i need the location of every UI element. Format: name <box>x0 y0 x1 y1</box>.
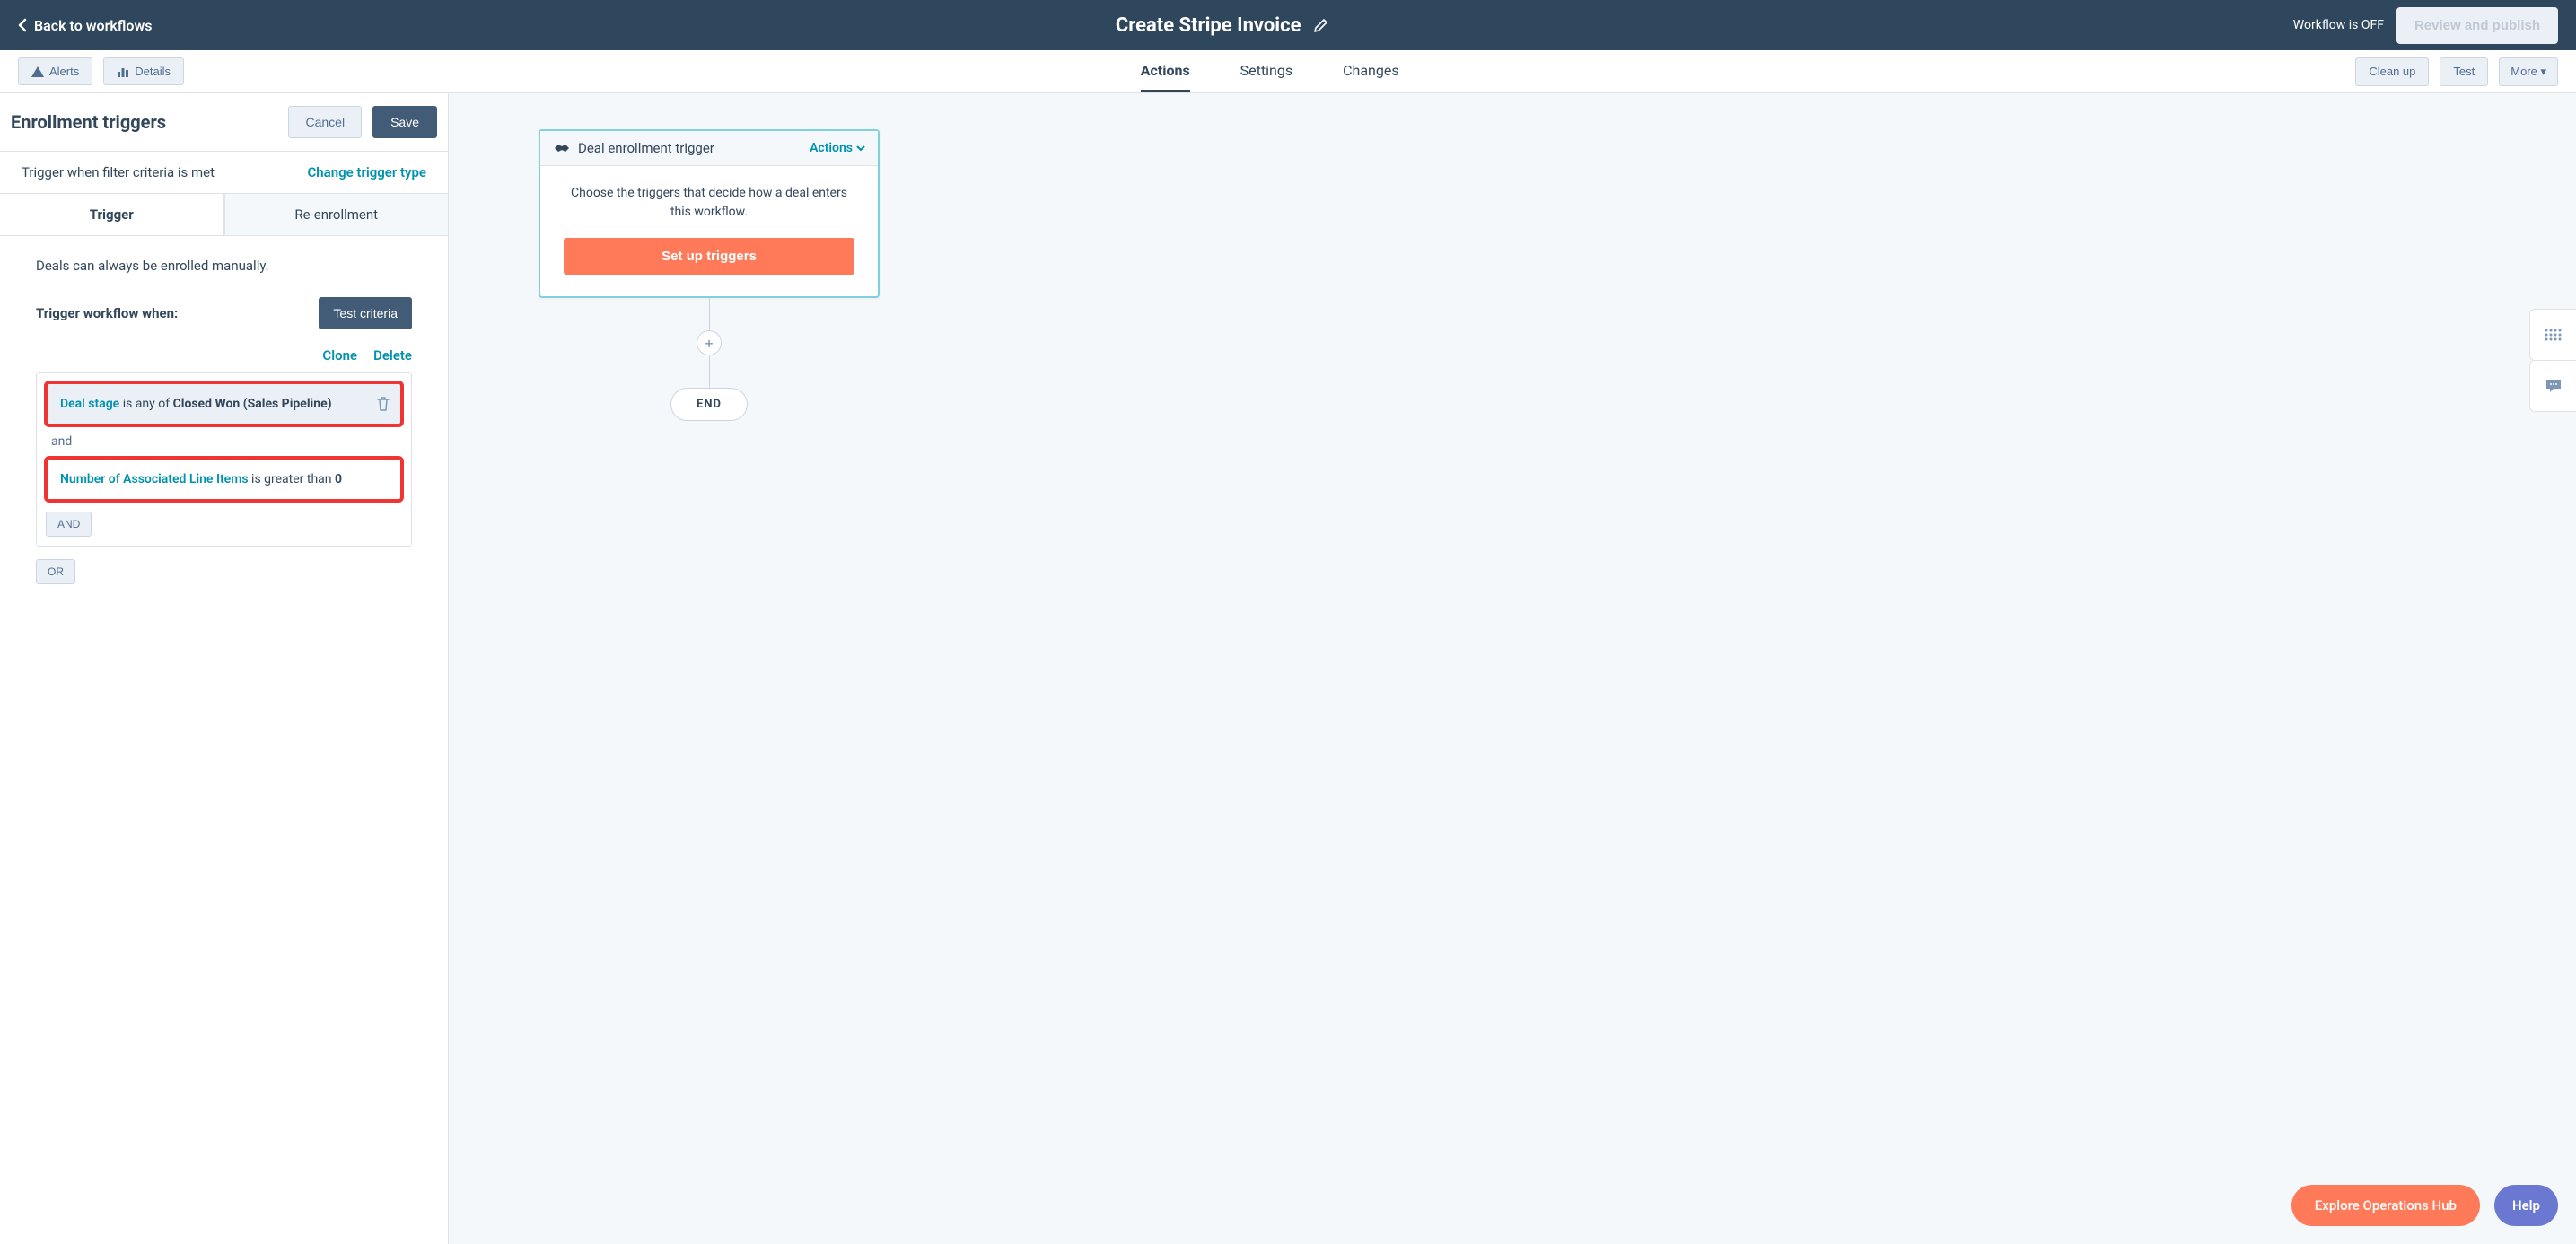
connector: + END <box>539 298 880 421</box>
comments-widget[interactable] <box>2529 360 2576 412</box>
pencil-icon[interactable] <box>1313 17 1329 33</box>
more-button[interactable]: More ▾ <box>2499 57 2558 86</box>
card-title: Deal enrollment trigger <box>578 140 714 156</box>
workflow-title: Create Stripe Invoice <box>1116 14 1301 37</box>
trigger-when-label: Trigger workflow when: <box>36 305 178 321</box>
tab-settings[interactable]: Settings <box>1240 50 1292 92</box>
grid-icon <box>2545 329 2563 341</box>
setup-triggers-button[interactable]: Set up triggers <box>564 238 854 275</box>
sidebar: Enrollment triggers Cancel Save Trigger … <box>0 93 449 1244</box>
minimap-widget[interactable] <box>2529 309 2576 361</box>
connector-line <box>709 298 710 330</box>
explore-operations-hub-button[interactable]: Explore Operations Hub <box>2291 1185 2480 1226</box>
sidebar-header-buttons: Cancel Save <box>288 106 437 138</box>
and-separator: and <box>42 429 406 454</box>
manual-enroll-note: Deals can always be enrolled manually. <box>36 258 412 274</box>
topbar: Back to workflows Create Stripe Invoice … <box>0 0 2576 50</box>
clone-delete-row: Clone Delete <box>36 347 412 364</box>
tab-actions[interactable]: Actions <box>1141 50 1190 92</box>
criteria-item[interactable]: Deal stage is any of Closed Won (Sales P… <box>44 381 404 427</box>
alerts-label: Alerts <box>49 65 79 78</box>
trigger-type-row: Trigger when filter criteria is met Chan… <box>0 151 448 194</box>
topbar-right: Workflow is OFF Review and publish <box>2293 7 2558 44</box>
more-label: More <box>2510 65 2537 78</box>
delete-link[interactable]: Delete <box>373 347 412 364</box>
side-widgets <box>2529 309 2576 411</box>
or-button[interactable]: OR <box>36 559 75 584</box>
criteria-operator: is any of <box>123 397 173 411</box>
cancel-button[interactable]: Cancel <box>288 106 362 138</box>
trigger-card-header: Deal enrollment trigger Actions <box>540 131 878 166</box>
end-node: END <box>670 388 748 421</box>
comment-icon <box>2545 378 2563 394</box>
criteria-item[interactable]: Number of Associated Line Items is great… <box>44 456 404 503</box>
main: Enrollment triggers Cancel Save Trigger … <box>0 93 2576 1244</box>
bar-chart-icon <box>117 66 129 77</box>
sidebar-tab-trigger[interactable]: Trigger <box>0 194 224 235</box>
trigger-card-body: Choose the triggers that decide how a de… <box>540 166 878 296</box>
trigger-description: Trigger when filter criteria is met <box>22 164 215 180</box>
enrollment-trigger-card[interactable]: Deal enrollment trigger Actions Choose t… <box>539 129 880 298</box>
tab-changes[interactable]: Changes <box>1343 50 1399 92</box>
criteria-value: Closed Won (Sales Pipeline) <box>173 397 332 411</box>
card-body-text: Choose the triggers that decide how a de… <box>564 184 854 222</box>
card-header-left: Deal enrollment trigger <box>553 140 714 156</box>
details-button[interactable]: Details <box>103 57 184 85</box>
save-button[interactable]: Save <box>372 106 437 138</box>
panel-body: Deals can always be enrolled manually. T… <box>0 236 448 606</box>
sidebar-tabs: Trigger Re-enrollment <box>0 194 448 236</box>
back-to-workflows-link[interactable]: Back to workflows <box>18 17 153 34</box>
title-area: Create Stripe Invoice <box>153 14 2293 37</box>
criteria-group: Deal stage is any of Closed Won (Sales P… <box>36 372 412 547</box>
subbar-left: Alerts Details <box>18 57 184 85</box>
test-button[interactable]: Test <box>2440 57 2488 86</box>
add-action-button[interactable]: + <box>697 330 722 355</box>
sidebar-title: Enrollment triggers <box>11 111 166 133</box>
sidebar-tab-reenrollment[interactable]: Re-enrollment <box>224 194 449 235</box>
caret-down-icon <box>856 145 865 151</box>
criteria-value: 0 <box>335 472 342 486</box>
review-publish-button[interactable]: Review and publish <box>2396 7 2558 44</box>
subbar-right: Clean up Test More ▾ <box>2355 57 2558 86</box>
workflow-status: Workflow is OFF <box>2293 18 2384 32</box>
trash-icon[interactable] <box>377 397 390 411</box>
card-actions-label: Actions <box>810 141 853 155</box>
alerts-button[interactable]: Alerts <box>18 57 92 85</box>
criteria-operator: is greater than <box>251 472 335 486</box>
trigger-when-row: Trigger workflow when: Test criteria <box>36 297 412 329</box>
details-label: Details <box>135 65 171 78</box>
sidebar-header: Enrollment triggers Cancel Save <box>0 93 448 151</box>
connector-line <box>709 355 710 388</box>
subbar: Alerts Details Actions Settings Changes … <box>0 50 2576 93</box>
card-actions-dropdown[interactable]: Actions <box>810 141 865 155</box>
test-criteria-button[interactable]: Test criteria <box>319 297 412 329</box>
criteria-field: Number of Associated Line Items <box>60 472 249 486</box>
main-tabs: Actions Settings Changes <box>184 50 2355 92</box>
bottom-pills: Explore Operations Hub Help <box>2291 1185 2558 1226</box>
criteria-field: Deal stage <box>60 397 119 411</box>
back-label: Back to workflows <box>34 17 153 34</box>
and-button[interactable]: AND <box>46 512 92 537</box>
clone-link[interactable]: Clone <box>322 347 357 364</box>
warning-icon <box>31 66 44 77</box>
handshake-icon <box>553 141 571 155</box>
cleanup-button[interactable]: Clean up <box>2355 57 2429 86</box>
change-trigger-type-link[interactable]: Change trigger type <box>307 164 426 180</box>
chevron-left-icon <box>18 18 27 32</box>
help-button[interactable]: Help <box>2494 1185 2558 1226</box>
canvas: Deal enrollment trigger Actions Choose t… <box>449 93 2576 1244</box>
